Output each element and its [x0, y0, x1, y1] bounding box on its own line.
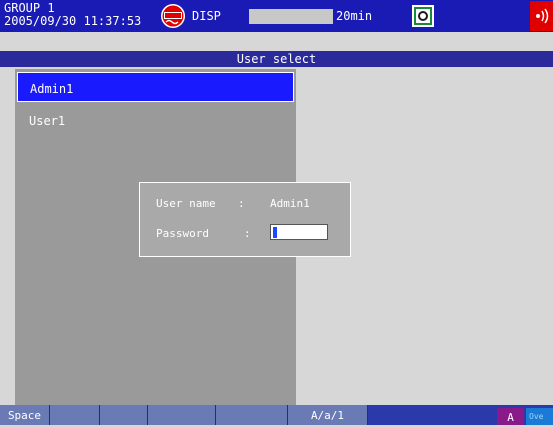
- memory-card-icon: [412, 5, 434, 27]
- list-item-admin1[interactable]: Admin1: [17, 72, 294, 102]
- user-name-label: User name: [156, 197, 216, 210]
- softkey-3[interactable]: [100, 405, 148, 425]
- softkey-input-mode[interactable]: A/a/1: [288, 405, 368, 425]
- softkey-space[interactable]: Space: [0, 405, 50, 425]
- list-item-user1[interactable]: User1: [17, 105, 294, 135]
- user-name-separator: :: [238, 197, 245, 210]
- alarm-signal-icon: [530, 1, 553, 31]
- password-label: Password: [156, 227, 209, 240]
- text-cursor: [273, 227, 277, 238]
- password-field[interactable]: [270, 224, 328, 240]
- page-title: User select: [0, 51, 553, 67]
- datetime: 2005/09/30 11:37:53: [4, 14, 142, 28]
- softkey-bar: Space A/a/1 A Ove: [0, 405, 553, 425]
- softkey-5[interactable]: [216, 405, 288, 425]
- input-mode-badge: A: [497, 408, 524, 425]
- softkey-4[interactable]: [148, 405, 216, 425]
- login-dialog: User name : Admin1 Password :: [139, 182, 351, 257]
- softkey-2[interactable]: [50, 405, 100, 425]
- display-duration: 20min: [336, 9, 373, 23]
- list-item-label: User1: [29, 114, 66, 128]
- overwrite-badge: Ove: [526, 408, 553, 425]
- group-name: GROUP 1: [4, 1, 55, 15]
- display-progress-bar: [249, 9, 333, 24]
- stop-icon: [161, 4, 185, 28]
- user-name-value: Admin1: [270, 197, 310, 210]
- display-mode-label: DISP: [192, 9, 221, 23]
- list-item-label: Admin1: [30, 82, 74, 96]
- password-separator: :: [244, 227, 251, 240]
- status-bar: GROUP 1 2005/09/30 11:37:53 DISP 20min: [0, 0, 553, 32]
